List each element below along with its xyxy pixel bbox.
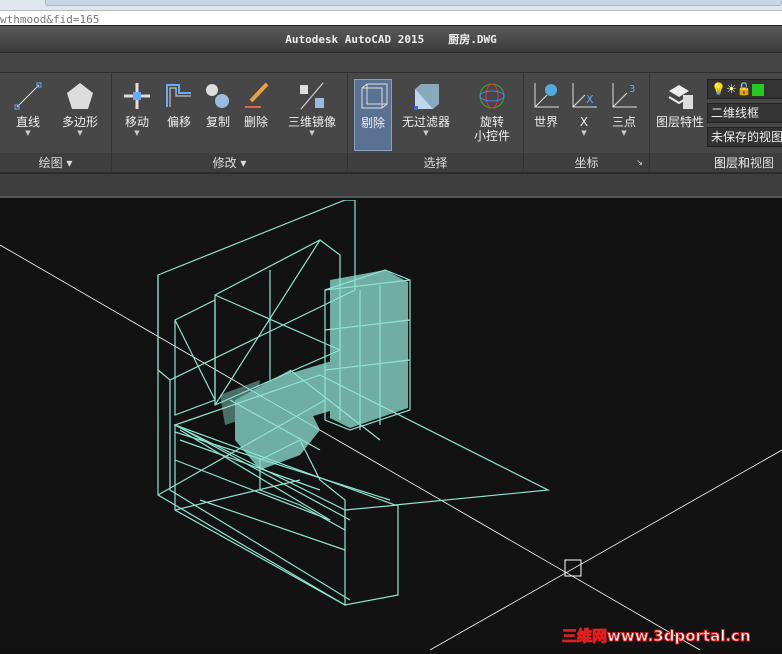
panel-label-draw[interactable]: 绘图 ▾ (0, 153, 111, 173)
line-icon (14, 82, 42, 110)
visual-style-dropdown[interactable]: 二维线框 (707, 103, 782, 123)
panel-layers: 图层特性 💡☀🔓 二维线框 未保存的视图 图层和视图 图层和 (650, 73, 782, 173)
file-tab-bar (0, 172, 782, 198)
cull-button[interactable]: 剔除 (354, 79, 392, 151)
offset-button[interactable]: 偏移 (157, 79, 201, 149)
named-view-dropdown[interactable]: 未保存的视图 (707, 127, 782, 147)
eraser-brush-icon (245, 82, 269, 108)
ucs-3point-button[interactable]: 3 三点 ▼ (602, 79, 646, 149)
offset-icon (166, 84, 191, 107)
panel-modify: 移动 ▼ 偏移 复制 删除 三维镜像 ▼ 修改 ▾ (112, 73, 348, 173)
panel-label-layers[interactable]: 图层和视图 图层和 (650, 153, 782, 173)
bulb-icon: 💡 (711, 82, 726, 96)
ucs-x-button[interactable]: X X ▼ (562, 79, 606, 149)
title-bar: Autodesk AutoCAD 2015 厨房.DWG (0, 25, 782, 52)
wireframe-model (0, 199, 782, 651)
panel-label-coordinates[interactable]: 坐标 ↘ (524, 153, 649, 173)
erase-button[interactable]: 删除 (234, 79, 278, 149)
polygon-icon (67, 83, 93, 109)
3d-mirror-button[interactable]: 三维镜像 ▼ (284, 79, 340, 149)
cube-icon (414, 84, 439, 110)
panel-selection: 剔除 无过滤器 ▼ 旋转 小控件 选择 (348, 73, 524, 173)
panel-label-layers-short: 图层和 (714, 156, 751, 170)
no-filter-button[interactable]: 无过滤器 ▼ (400, 79, 452, 149)
ucs-3point-icon: 3 (612, 83, 637, 108)
ribbon: 直线 ▼ 多边形 ▼ 绘图 ▾ 移动 ▼ 偏移 复制 删除 三维镜像 ▼ 修改 ▾ 剔除… (0, 72, 782, 173)
browser-frame (0, 0, 782, 10)
sun-icon: ☀ (725, 82, 737, 96)
ribbon-tabs (0, 52, 782, 72)
file-title: 厨房.DWG (448, 33, 497, 46)
copy-icon (206, 84, 229, 108)
layer-stack-icon (668, 85, 693, 109)
panel-draw: 直线 ▼ 多边形 ▼ 绘图 ▾ (0, 73, 112, 173)
panel-label-selection[interactable]: 选择 (348, 153, 523, 173)
layer-state-row[interactable]: 💡☀🔓 (707, 79, 782, 99)
ucs-world-icon (534, 83, 559, 108)
cull-icon (361, 83, 388, 109)
mirror-icon (300, 82, 324, 110)
browser-url: wthmood&fid=165 (0, 10, 782, 25)
watermark: 三维网www.3dportal.cn (562, 627, 752, 646)
move-icon (124, 83, 150, 109)
polygon-button[interactable]: 多边形 ▼ (58, 79, 102, 149)
ucs-x-icon: X (572, 83, 597, 108)
panel-label-modify[interactable]: 修改 ▾ (112, 153, 347, 173)
svg-text:X: X (586, 93, 594, 106)
drawing-canvas[interactable] (0, 199, 782, 651)
rotate-gizmo-button[interactable]: 旋转 小控件 (466, 79, 518, 149)
app-title: Autodesk AutoCAD 2015 (285, 33, 425, 46)
layer-properties-button[interactable]: 图层特性 (652, 79, 708, 149)
color-swatch (751, 83, 764, 96)
svg-text:3: 3 (629, 84, 635, 95)
line-button[interactable]: 直线 ▼ (6, 79, 50, 149)
move-button[interactable]: 移动 ▼ (115, 79, 159, 149)
panel-coordinates: 世界 X X ▼ 3 三点 ▼ 坐标 ↘ (524, 73, 650, 173)
lock-icon: 🔓 (736, 82, 752, 96)
gizmo-icon (479, 83, 505, 109)
